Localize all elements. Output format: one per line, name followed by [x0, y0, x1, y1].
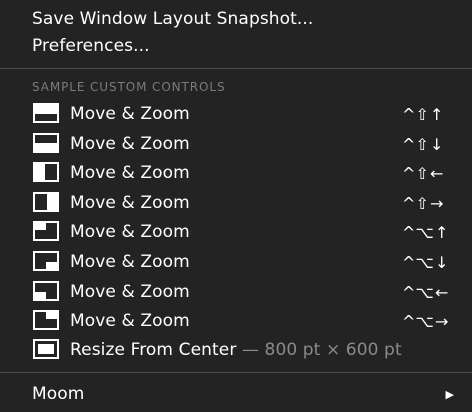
moom-label: Moom [32, 384, 85, 404]
moom-menu: Save Window Layout Snapshot... Preferenc… [0, 0, 472, 412]
shortcut-modifiers: ^⇧ [402, 193, 430, 213]
shortcut-key: ↑ [430, 104, 444, 124]
shortcut: ^⇧ ← [402, 164, 458, 183]
move-zoom-bottom-half-item[interactable]: Move & Zoom ^⇧ ↓ [0, 130, 472, 158]
zoom-bottom-left-quarter-icon [33, 281, 59, 301]
resize-from-center-label: Resize From Center [70, 340, 237, 360]
move-zoom-label: Move & Zoom [70, 282, 190, 302]
shortcut-key: → [435, 311, 449, 331]
move-zoom-bottom-right-item[interactable]: Move & Zoom ^⌥ ↓ [0, 248, 472, 276]
move-zoom-label: Move & Zoom [70, 311, 190, 331]
save-window-layout-snapshot-item[interactable]: Save Window Layout Snapshot... [32, 5, 472, 33]
shortcut-modifiers: ^⌥ [402, 252, 435, 272]
resize-center-icon [33, 339, 59, 359]
shortcut: ^⌥ ↓ [402, 253, 458, 272]
move-zoom-top-half-item[interactable]: Move & Zoom ^⇧ ↑ [0, 100, 472, 128]
move-zoom-top-left-item[interactable]: Move & Zoom ^⌥ ↑ [0, 218, 472, 246]
move-zoom-bottom-left-item[interactable]: Move & Zoom ^⌥ ← [0, 278, 472, 306]
shortcut-modifiers: ^⌥ [402, 311, 435, 331]
move-zoom-label: Move & Zoom [70, 222, 190, 242]
submenu-arrow-icon: ▶ [445, 387, 454, 401]
preferences-item[interactable]: Preferences... [32, 32, 472, 60]
move-zoom-left-half-item[interactable]: Move & Zoom ^⇧ ← [0, 159, 472, 187]
separator [0, 68, 472, 69]
move-zoom-label: Move & Zoom [70, 163, 190, 183]
move-zoom-label: Move & Zoom [70, 134, 190, 154]
shortcut: ^⇧ ↑ [402, 105, 458, 124]
preferences-label: Preferences... [32, 36, 150, 56]
shortcut-key: → [430, 193, 444, 213]
resize-from-center-item[interactable]: Resize From Center — 800 pt × 600 pt [0, 336, 472, 364]
moom-submenu-item[interactable]: Moom ▶ [32, 380, 472, 408]
section-header: SAMPLE CUSTOM CONTROLS [32, 80, 226, 94]
zoom-right-half-icon [33, 192, 59, 212]
move-zoom-right-half-item[interactable]: Move & Zoom ^⇧ → [0, 189, 472, 217]
zoom-bottom-half-icon [33, 133, 59, 153]
zoom-bottom-right-quarter-icon [33, 251, 59, 271]
shortcut-modifiers: ^⇧ [402, 163, 430, 183]
shortcut: ^⌥ → [402, 312, 458, 331]
shortcut-modifiers: ^⇧ [402, 134, 430, 154]
save-window-layout-snapshot-label: Save Window Layout Snapshot... [32, 9, 314, 29]
move-zoom-top-right-item[interactable]: Move & Zoom ^⌥ → [0, 307, 472, 335]
shortcut-modifiers: ^⌥ [402, 222, 435, 242]
shortcut: ^⇧ ↓ [402, 135, 458, 154]
separator [0, 372, 472, 373]
zoom-top-half-icon [33, 103, 59, 123]
shortcut: ^⌥ ← [402, 283, 458, 302]
move-zoom-label: Move & Zoom [70, 252, 190, 272]
shortcut-key: ↑ [435, 222, 449, 242]
zoom-top-right-quarter-icon [33, 310, 59, 330]
shortcut: ^⇧ → [402, 194, 458, 213]
zoom-top-left-quarter-icon [33, 221, 59, 241]
shortcut: ^⌥ ↑ [402, 223, 458, 242]
move-zoom-label: Move & Zoom [70, 193, 190, 213]
shortcut-key: ← [435, 282, 449, 302]
shortcut-modifiers: ^⇧ [402, 104, 430, 124]
resize-label-group: Resize From Center — 800 pt × 600 pt [70, 340, 402, 360]
zoom-left-half-icon [33, 162, 59, 182]
shortcut-key: ↓ [435, 252, 449, 272]
shortcut-key: ↓ [430, 134, 444, 154]
resize-detail: — 800 pt × 600 pt [241, 340, 402, 360]
shortcut-modifiers: ^⌥ [402, 282, 435, 302]
shortcut-key: ← [430, 163, 444, 183]
move-zoom-label: Move & Zoom [70, 104, 190, 124]
